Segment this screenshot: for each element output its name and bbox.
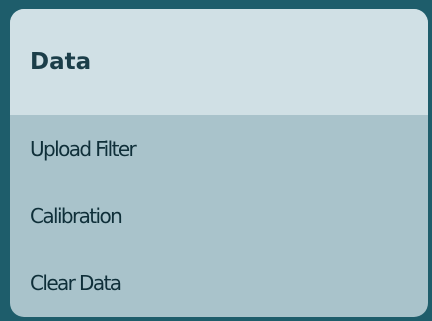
menu-item-calibration[interactable]: Calibration [10, 182, 428, 249]
menu-item-label: Upload Filter [30, 136, 137, 161]
panel-title: Data [30, 49, 92, 75]
menu-item-label: Calibration [30, 203, 123, 228]
menu-item-upload-filter[interactable]: Upload Filter [10, 115, 428, 182]
menu-item-clear-data[interactable]: Clear Data [10, 249, 428, 316]
panel-header: Data [10, 9, 428, 115]
menu-item-label: Clear Data [30, 270, 122, 295]
data-menu-panel: Data Upload Filter Calibration Clear Dat… [10, 9, 428, 317]
data-menu: Upload Filter Calibration Clear Data [10, 115, 428, 316]
